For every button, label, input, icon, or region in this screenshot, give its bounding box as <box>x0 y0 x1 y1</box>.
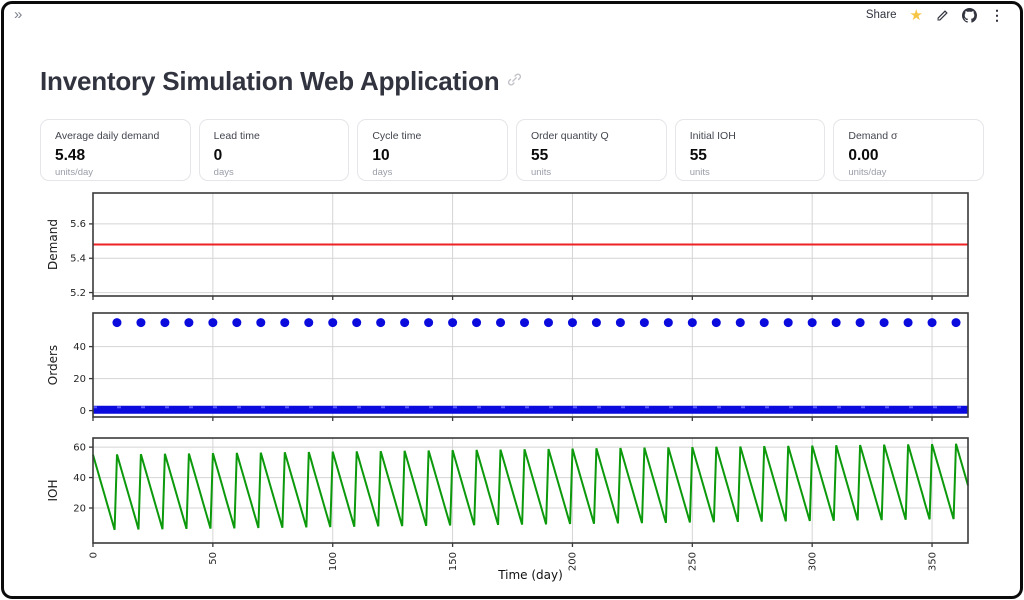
github-icon[interactable] <box>962 8 977 23</box>
metric-value: 55 <box>531 147 652 164</box>
header-toolbar: Share ★ ⋮ <box>866 6 1004 24</box>
svg-text:Orders: Orders <box>46 345 60 385</box>
sidebar-expand-icon[interactable]: » <box>14 6 22 23</box>
metric-card-order-quantity: Order quantity Q 55 units <box>516 119 667 181</box>
svg-text:200: 200 <box>568 552 579 571</box>
svg-text:IOH: IOH <box>46 479 60 501</box>
metric-unit: days <box>372 167 493 178</box>
metric-value: 5.48 <box>55 147 176 164</box>
metric-unit: units/day <box>848 167 969 178</box>
overflow-menu-icon[interactable]: ⋮ <box>990 7 1004 24</box>
metric-value: 0 <box>214 147 335 164</box>
svg-text:60: 60 <box>73 442 86 453</box>
app-header: » Share ★ ⋮ <box>0 0 1024 30</box>
svg-text:40: 40 <box>73 342 86 353</box>
svg-text:100: 100 <box>328 552 339 571</box>
metric-unit: units/day <box>55 167 176 178</box>
metrics-row: Average daily demand 5.48 units/day Lead… <box>40 119 984 181</box>
svg-text:40: 40 <box>73 473 86 484</box>
metric-label: Cycle time <box>372 130 493 142</box>
svg-text:0: 0 <box>88 552 99 558</box>
svg-text:150: 150 <box>448 552 459 571</box>
svg-text:20: 20 <box>73 374 86 385</box>
metric-value: 0.00 <box>848 147 969 164</box>
title-row: Inventory Simulation Web Application <box>40 66 522 97</box>
edit-pencil-icon[interactable] <box>936 9 949 22</box>
svg-text:Time (day): Time (day) <box>497 568 563 582</box>
metric-card-lead-time: Lead time 0 days <box>199 119 350 181</box>
metric-card-average-daily-demand: Average daily demand 5.48 units/day <box>40 119 191 181</box>
share-button[interactable]: Share <box>866 9 897 21</box>
metric-value: 10 <box>372 147 493 164</box>
svg-text:0: 0 <box>80 406 86 417</box>
metric-label: Demand σ <box>848 130 969 142</box>
link-anchor-icon[interactable] <box>507 72 522 92</box>
svg-text:300: 300 <box>807 552 818 571</box>
metric-label: Order quantity Q <box>531 130 652 142</box>
metric-unit: days <box>214 167 335 178</box>
metric-label: Lead time <box>214 130 335 142</box>
svg-text:250: 250 <box>688 552 699 571</box>
metric-label: Average daily demand <box>55 130 176 142</box>
metric-unit: units <box>531 167 652 178</box>
metric-card-cycle-time: Cycle time 10 days <box>357 119 508 181</box>
svg-text:50: 50 <box>208 552 219 565</box>
metric-card-initial-ioh: Initial IOH 55 units <box>675 119 826 181</box>
metric-card-demand-sigma: Demand σ 0.00 units/day <box>833 119 984 181</box>
star-icon[interactable]: ★ <box>910 8 923 23</box>
svg-text:350: 350 <box>927 552 938 571</box>
metric-value: 55 <box>690 147 811 164</box>
svg-text:5.6: 5.6 <box>70 219 86 230</box>
svg-text:20: 20 <box>73 503 86 514</box>
svg-text:Demand: Demand <box>46 219 60 270</box>
svg-text:5.4: 5.4 <box>70 254 86 265</box>
metric-unit: units <box>690 167 811 178</box>
page-title: Inventory Simulation Web Application <box>40 66 499 97</box>
metric-label: Initial IOH <box>690 130 811 142</box>
svg-text:5.2: 5.2 <box>70 288 86 299</box>
